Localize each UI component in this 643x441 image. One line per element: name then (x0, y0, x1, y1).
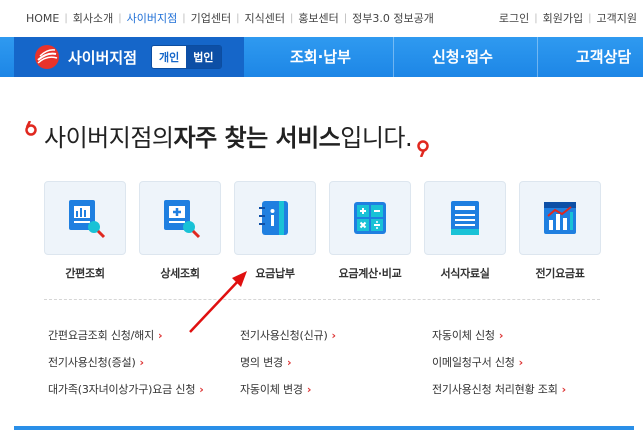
chevron-right-icon: › (158, 329, 163, 342)
chevron-right-icon: › (306, 383, 312, 396)
corporate-tab[interactable]: 법인 (186, 46, 221, 68)
headline-text-bold: 자주 찾는 서비스 (173, 124, 341, 152)
tile-forms[interactable]: 서식자료실 (424, 181, 506, 281)
bottom-accent-bar (14, 426, 634, 430)
tile-quick-search[interactable]: 간편조회 (44, 181, 126, 281)
chevron-right-icon: › (561, 383, 567, 396)
chevron-right-icon: › (331, 329, 337, 342)
quick-links-column-1: 간편요금조회 신청/해지 › 전기사용신청(증설) › 대가족(3자녀이상가구)요금… (48, 327, 204, 408)
signup-link[interactable]: 회원가입 (543, 10, 583, 26)
tile-label: 상세조회 (160, 267, 200, 280)
headline-text-pre: 사이버지점의 (44, 124, 174, 152)
map-pin-icon (25, 121, 37, 136)
main-navigation-bar: 사이버지점 개인 법인 조회·납부 신청·접수 고객상담 (0, 37, 643, 77)
customer-type-toggle: 개인 법인 (151, 45, 222, 69)
tile-label: 간편조회 (65, 267, 105, 280)
page-headline: 사이버지점의 자주 찾는 서비스 입니다. (24, 118, 430, 157)
link-power-use-increase[interactable]: 전기사용신청(증설) › (48, 354, 204, 381)
payment-book-icon (259, 201, 288, 235)
brand-title[interactable]: 사이버지점 (68, 47, 137, 68)
support-link[interactable]: 고객지원 (597, 10, 637, 26)
divider (44, 299, 600, 300)
topnav-cyber-branch[interactable]: 사이버지점 (127, 10, 178, 26)
quick-search-icon (69, 200, 106, 239)
brand-area: 사이버지점 개인 법인 (14, 37, 244, 77)
link-email-bill-apply[interactable]: 이메일청구서 신청 › (432, 354, 566, 381)
topnav-knowledge-center[interactable]: 지식센터 (244, 10, 284, 26)
chevron-right-icon: › (139, 356, 145, 369)
link-application-status[interactable]: 전기사용신청 처리현황 조회 › (432, 381, 566, 408)
menu-inquiry-payment[interactable]: 조회·납부 (290, 37, 351, 77)
chevron-right-icon: › (518, 356, 524, 369)
top-utility-bar: HOME | 회사소개 | 사이버지점 | 기업센터 | 지식센터 | 홍보센터 | 정부3… (0, 0, 643, 36)
headline-text-post: 입니다. (340, 124, 413, 152)
topnav-company[interactable]: 회사소개 (73, 10, 113, 26)
link-power-use-new[interactable]: 전기사용신청(신규) › (240, 327, 336, 354)
tile-detail-search[interactable]: 상세조회 (139, 181, 221, 281)
tile-label: 서식자료실 (440, 267, 490, 280)
tile-payment[interactable]: 요금납부 (234, 181, 316, 281)
link-autopay-change[interactable]: 자동이체 변경 › (240, 381, 336, 408)
tile-rate-chart[interactable]: 전기요금표 (519, 181, 601, 281)
link-large-family-rate[interactable]: 대가족(3자녀이상가구)요금 신청 › (48, 381, 204, 408)
user-navigation: 로그인 | 회원가입 | 고객지원 (498, 10, 637, 26)
tile-calculator[interactable]: 요금계산·비교 (329, 181, 411, 281)
personal-tab[interactable]: 개인 (152, 46, 187, 68)
chevron-right-icon: › (199, 383, 204, 396)
tile-label: 전기요금표 (535, 267, 585, 280)
link-name-change[interactable]: 명의 변경 › (240, 354, 336, 381)
quick-links-column-2: 전기사용신청(신규) › 명의 변경 › 자동이체 변경 › (240, 327, 336, 408)
tile-label: 요금납부 (255, 267, 295, 280)
service-tiles: 간편조회 상세조회 요금납부 요금계산·비교 서식자료실 전기요금표 (44, 181, 614, 281)
link-simple-rate-inquiry[interactable]: 간편요금조회 신청/해지 › (48, 327, 204, 354)
detail-search-icon (164, 200, 201, 239)
menu-customer-consult[interactable]: 고객상담 (576, 37, 631, 77)
top-navigation: HOME | 회사소개 | 사이버지점 | 기업센터 | 지식센터 | 홍보센터 | 정부3… (26, 10, 434, 26)
topnav-home[interactable]: HOME (26, 12, 59, 25)
company-logo-icon (35, 45, 59, 69)
rate-chart-icon (544, 202, 576, 234)
topnav-gov-info[interactable]: 정부3.0 정보공개 (352, 10, 434, 26)
form-document-icon (451, 201, 479, 235)
chevron-right-icon: › (286, 356, 292, 369)
map-pin-icon (417, 140, 429, 157)
topnav-business-center[interactable]: 기업센터 (191, 10, 231, 26)
quick-links-column-3: 자동이체 신청 › 이메일청구서 신청 › 전기사용신청 처리현황 조회 › (432, 327, 566, 408)
menu-application[interactable]: 신청·접수 (432, 37, 493, 77)
login-link[interactable]: 로그인 (499, 10, 529, 26)
chevron-right-icon: › (498, 329, 504, 342)
calculator-icon (354, 202, 386, 234)
tile-label: 요금계산·비교 (338, 267, 402, 280)
link-autopay-apply[interactable]: 자동이체 신청 › (432, 327, 566, 354)
topnav-pr-center[interactable]: 홍보센터 (298, 10, 338, 26)
